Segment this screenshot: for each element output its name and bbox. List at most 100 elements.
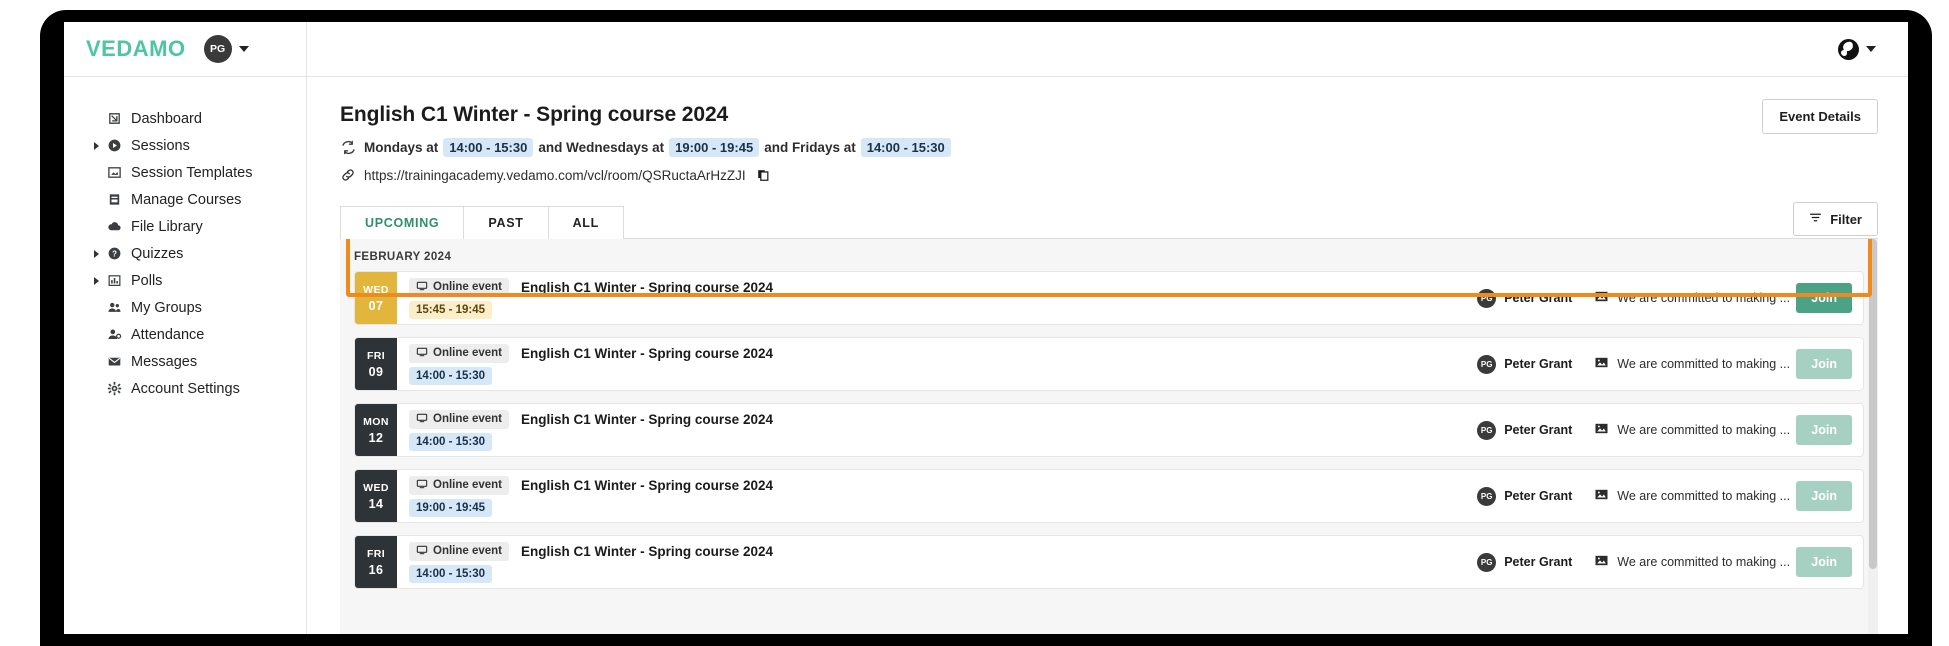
event-title: English C1 Winter - Spring course 2024 — [521, 279, 773, 295]
avatar: PG — [1477, 288, 1497, 308]
sidebar-item-session-templates[interactable]: Session Templates — [64, 159, 306, 186]
sidebar-item-label: Account Settings — [131, 380, 240, 397]
event-details-button[interactable]: Event Details — [1762, 99, 1878, 134]
month-label: FEBRUARY 2024 — [354, 251, 452, 263]
event-row-top: Online event English C1 Winter - Spring c… — [409, 409, 773, 429]
sidebar-item-file-library[interactable]: File Library — [64, 213, 306, 240]
event-weekday: WED — [363, 481, 389, 494]
schedule-part-1: Mondays at — [364, 140, 439, 155]
chevron-right-icon[interactable] — [94, 276, 99, 285]
chevron-right-icon[interactable] — [94, 249, 99, 258]
bar-chart-icon — [106, 273, 122, 289]
event-time-badge: 19:00 - 19:45 — [409, 498, 493, 517]
event-row-bottom: 15:45 - 19:45 — [409, 300, 773, 319]
schedule-time-3: 14:00 - 15:30 — [860, 138, 951, 157]
event-row-left: Online event English C1 Winter - Spring c… — [397, 272, 773, 324]
filter-icon — [1809, 211, 1822, 227]
event-note: We are committed to making ... — [1594, 553, 1790, 571]
event-date-chip: WED 14 — [355, 470, 397, 522]
schedule-time-1: 14:00 - 15:30 — [443, 138, 534, 157]
sidebar-item-attendance[interactable]: Attendance — [64, 321, 306, 348]
events-list-area: FEBRUARY 2024 WED 07 Online event English C… — [340, 239, 1878, 634]
sidebar-item-manage-courses[interactable]: Manage Courses — [64, 186, 306, 213]
event-host: PG Peter Grant — [1477, 354, 1573, 374]
dashboard-icon — [106, 111, 122, 127]
event-date-chip: FRI 09 — [355, 338, 397, 390]
envelope-icon — [106, 354, 122, 370]
event-note-text: We are committed to making ... — [1617, 555, 1791, 569]
recurrence-icon — [340, 140, 356, 156]
sidebar-item-sessions[interactable]: Sessions — [64, 132, 306, 159]
event-time-badge: 14:00 - 15:30 — [409, 366, 493, 385]
event-note-text: We are committed to making ... — [1617, 291, 1791, 305]
event-note: We are committed to making ... — [1594, 487, 1790, 505]
tab-past[interactable]: PAST — [464, 206, 549, 239]
sidebar-item-polls[interactable]: Polls — [64, 267, 306, 294]
scrollbar-thumb[interactable] — [1869, 239, 1877, 569]
vertical-scrollbar[interactable] — [1868, 239, 1878, 634]
event-row[interactable]: FRI 09 Online event English C1 Winter - Spr… — [354, 337, 1864, 391]
event-title: English C1 Winter - Spring course 2024 — [521, 345, 773, 361]
event-note-text: We are committed to making ... — [1617, 489, 1791, 503]
user-avatar[interactable]: PG — [203, 35, 232, 63]
tab-all[interactable]: ALL — [548, 206, 624, 239]
online-event-label: Online event — [433, 413, 503, 425]
event-time-badge: 14:00 - 15:30 — [409, 564, 493, 583]
event-row-bottom: 19:00 - 19:45 — [409, 498, 773, 517]
sidebar-item-quizzes[interactable]: ? Quizzes — [64, 240, 306, 267]
body-wrapper: Dashboard Sessions Session Templates Manage… — [64, 77, 1908, 634]
chevron-right-icon[interactable] — [94, 141, 99, 150]
join-button: Join — [1796, 415, 1852, 445]
event-row-right: PG Peter Grant We are committed to making … — [1477, 338, 1863, 390]
room-url-line: https://trainingacademy.vedamo.com/vcl/r… — [340, 167, 1878, 183]
globe-icon[interactable] — [1838, 38, 1859, 60]
session-template-icon — [106, 165, 122, 181]
main-content: English C1 Winter - Spring course 2024 M… — [307, 77, 1908, 634]
avatar: PG — [1477, 354, 1497, 374]
sidebar-item-my-groups[interactable]: My Groups — [64, 294, 306, 321]
sidebar-item-account-settings[interactable]: Account Settings — [64, 375, 306, 402]
event-note-text: We are committed to making ... — [1617, 357, 1791, 371]
event-row-left: Online event English C1 Winter - Spring c… — [397, 536, 773, 588]
sidebar-item-messages[interactable]: Messages — [64, 348, 306, 375]
link-icon — [340, 167, 356, 183]
join-button: Join — [1796, 481, 1852, 511]
image-icon — [1594, 355, 1609, 373]
event-host: PG Peter Grant — [1477, 420, 1572, 440]
chevron-down-icon[interactable] — [1866, 46, 1876, 52]
event-row-right: PG Peter Grant We are committed to making … — [1477, 272, 1863, 324]
browser-frame: VEDAMO PG Dashboard Sessions Session Templ… — [40, 10, 1932, 646]
event-host-name: Peter Grant — [1504, 555, 1573, 569]
event-host-name: Peter Grant — [1504, 357, 1573, 371]
sidebar-item-label: Manage Courses — [131, 191, 242, 208]
event-row-top: Online event English C1 Winter - Spring c… — [409, 475, 773, 495]
schedule-time-2: 19:00 - 19:45 — [669, 138, 760, 157]
event-note: We are committed to making ... — [1594, 421, 1790, 439]
vedamo-logo[interactable]: VEDAMO — [86, 36, 186, 62]
chevron-down-icon[interactable] — [238, 46, 249, 52]
avatar: PG — [1477, 486, 1497, 506]
event-weekday: MON — [363, 415, 389, 428]
room-url[interactable]: https://trainingacademy.vedamo.com/vcl/r… — [364, 168, 746, 183]
join-button: Join — [1796, 349, 1852, 379]
sidebar-item-dashboard[interactable]: Dashboard — [64, 105, 306, 132]
event-row[interactable]: WED 07 Online event English C1 Winter - Spr… — [354, 271, 1864, 325]
event-time-badge: 14:00 - 15:30 — [409, 432, 493, 451]
sidebar-item-label: Dashboard — [131, 110, 202, 127]
join-button[interactable]: Join — [1796, 283, 1852, 313]
top-bar-right — [1838, 38, 1908, 60]
event-host: PG Peter Grant — [1477, 288, 1572, 308]
copy-icon[interactable] — [756, 168, 770, 182]
event-title: English C1 Winter - Spring course 2024 — [521, 477, 773, 493]
event-row[interactable]: MON 12 Online event English C1 Winter - Spr… — [354, 403, 1864, 457]
event-host-name: Peter Grant — [1504, 489, 1573, 503]
event-row[interactable]: WED 14 Online event English C1 Winter - Spr… — [354, 469, 1864, 523]
event-row[interactable]: FRI 16 Online event English C1 Winter - Spr… — [354, 535, 1864, 589]
filter-button[interactable]: Filter — [1793, 202, 1878, 236]
tab-upcoming[interactable]: UPCOMING — [340, 206, 465, 239]
event-row-top: Online event English C1 Winter - Spring c… — [409, 343, 773, 363]
event-day: 16 — [368, 562, 384, 577]
event-row-right: PG Peter Grant We are committed to making … — [1477, 404, 1863, 456]
online-event-label: Online event — [433, 545, 503, 557]
event-row-top: Online event English C1 Winter - Spring c… — [409, 541, 773, 561]
